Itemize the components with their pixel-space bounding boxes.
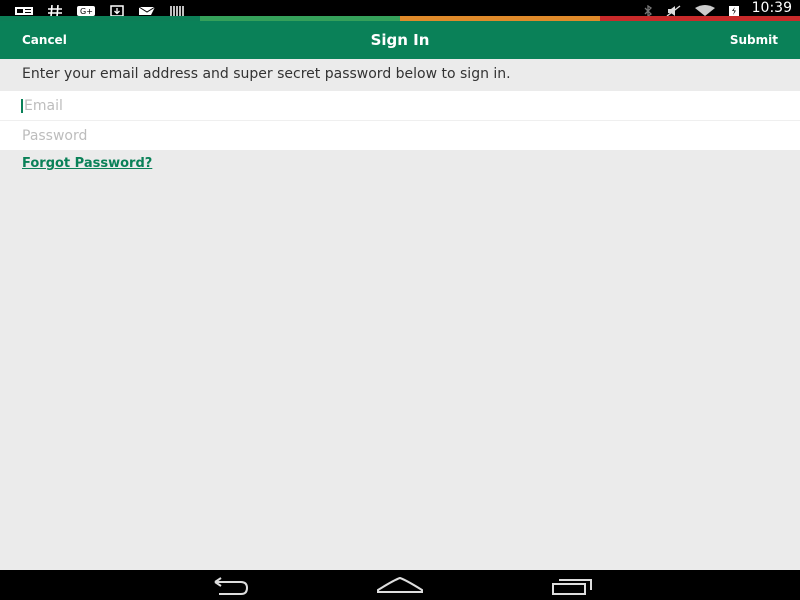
back-icon — [188, 570, 268, 600]
status-bar-notifications: G+ — [14, 0, 186, 18]
email-field[interactable] — [0, 91, 800, 120]
navigation-bar — [0, 570, 800, 600]
back-button[interactable] — [188, 570, 268, 600]
forgot-password-link[interactable]: Forgot Password? — [22, 156, 152, 171]
app-header: Cancel Sign In Submit — [0, 21, 800, 59]
home-button[interactable] — [360, 570, 440, 600]
status-bar: G+ 10:39 — [0, 0, 800, 18]
status-time: 10:39 — [751, 0, 792, 16]
recents-button[interactable] — [532, 570, 612, 600]
cancel-button[interactable]: Cancel — [22, 21, 67, 59]
sign-in-instructions: Enter your email address and super secre… — [22, 66, 511, 82]
download-icon — [110, 2, 124, 17]
battery-charging-icon — [728, 2, 740, 16]
page-title: Sign In — [370, 31, 430, 49]
bluetooth-icon — [642, 2, 654, 18]
submit-button[interactable]: Submit — [730, 21, 778, 59]
text-cursor — [21, 99, 23, 113]
hashtag-icon — [48, 2, 62, 18]
notification-card-icon — [14, 2, 34, 15]
svg-text:G+: G+ — [80, 7, 93, 16]
status-bar-system: 10:39 — [642, 0, 792, 18]
barcode-icon — [170, 2, 186, 16]
muted-icon — [666, 2, 682, 17]
recents-icon — [532, 570, 612, 600]
google-plus-icon: G+ — [76, 2, 96, 16]
sign-in-form — [0, 91, 800, 150]
home-icon — [360, 570, 440, 600]
mail-icon — [138, 2, 156, 15]
password-field[interactable] — [0, 121, 800, 150]
wifi-icon — [694, 2, 716, 16]
